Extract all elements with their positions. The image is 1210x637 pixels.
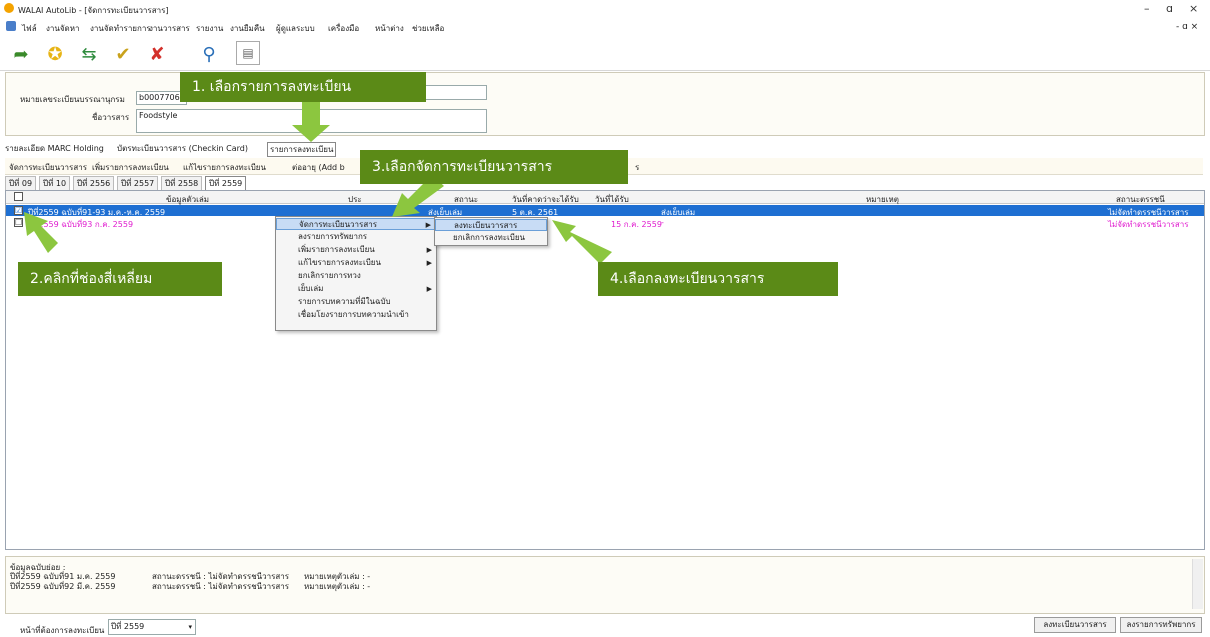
- page-select-value: ปีที่ 2559: [111, 622, 145, 631]
- callout-step-2: 2.คลิกที่ช่องสี่เหลี่ยม: [18, 262, 222, 296]
- page-select-label: หน้าที่ต้องการลงทะเบียน: [20, 626, 105, 635]
- arrow-4-icon: [552, 220, 612, 264]
- issue-detail-panel: ข้อมูลฉบับย่อย : ปีที่2559 ฉบับที่91 ม.ค…: [5, 556, 1205, 614]
- callout-step-3: 3.เลือกจัดการทะเบียนวารสาร: [360, 150, 628, 184]
- callout-step-1: 1. เลือกรายการลงทะเบียน: [180, 72, 426, 102]
- chevron-down-icon: ▾: [188, 623, 192, 631]
- catalog-resource-button[interactable]: ลงรายการทรัพยากร: [1120, 617, 1202, 633]
- register-serial-button[interactable]: ลงทะเบียนวารสาร: [1034, 617, 1116, 633]
- callout-step-4: 4.เลือกลงทะเบียนวารสาร: [598, 262, 838, 296]
- detail-line-2-issue: ปีที่2559 ฉบับที่92 มี.ค. 2559: [10, 582, 116, 591]
- page-select[interactable]: ปีที่ 2559 ▾: [108, 619, 196, 635]
- detail-line-2-index: สถานะดรรชนี : ไม่จัดทำดรรชนีวารสาร: [152, 582, 290, 591]
- arrow-2-icon: [24, 212, 58, 253]
- detail-line-2-note: หมายเหตุตัวเล่ม : -: [304, 582, 371, 591]
- detail-scrollbar[interactable]: [1192, 559, 1203, 609]
- arrow-1-icon: [292, 98, 330, 142]
